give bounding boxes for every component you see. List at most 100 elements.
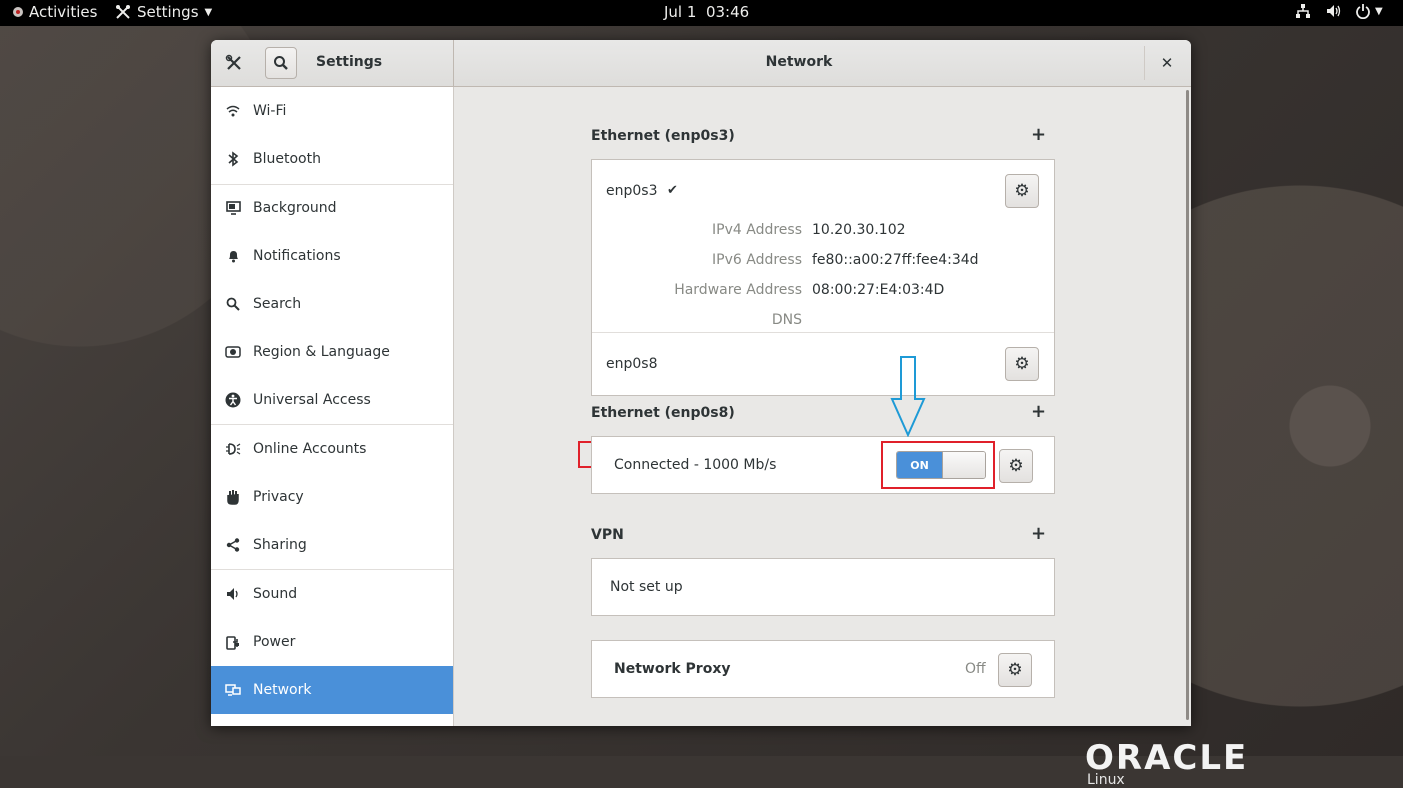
sidebar-item-label: Privacy xyxy=(253,489,304,505)
activities-icon xyxy=(13,7,23,17)
sidebar-item-label: Notifications xyxy=(253,248,341,264)
connected-check-icon: ✔ xyxy=(667,183,678,198)
sidebar-item-label: Search xyxy=(253,296,302,312)
header-bar: Settings Network ✕ xyxy=(211,40,1191,87)
network-panel: Ethernet (enp0s3) + enp0s3 ✔ ⚙ IPv4 Addr… xyxy=(454,87,1191,726)
tools-icon xyxy=(225,54,241,70)
activities-label: Activities xyxy=(29,3,98,21)
enp0s8-settings-button[interactable]: ⚙ xyxy=(1005,347,1039,381)
sidebar-item-wifi[interactable]: Wi-Fi xyxy=(211,87,453,135)
volume-icon xyxy=(1327,5,1341,17)
connection-status: Connected - 1000 Mb/s xyxy=(614,457,777,473)
sidebar-item-sound[interactable]: Sound xyxy=(211,570,453,618)
sidebar-item-search[interactable]: Search xyxy=(211,280,453,328)
app-menu[interactable]: Settings ▼ xyxy=(115,3,212,21)
sidebar-item-sharing[interactable]: Sharing xyxy=(211,521,453,569)
network-proxy-label: Network Proxy xyxy=(614,661,731,677)
section-title-ethernet-enp0s8: Ethernet (enp0s8) xyxy=(591,405,735,421)
system-tray[interactable]: ▼ xyxy=(1295,3,1383,19)
oracle-logo-sub: Linux xyxy=(1087,772,1125,788)
device-name-enp0s3: enp0s3 xyxy=(606,183,658,199)
online-accounts-icon xyxy=(225,441,241,457)
enp0s8-connection-settings-button[interactable]: ⚙ xyxy=(999,449,1033,483)
sidebar-item-label: Online Accounts xyxy=(253,441,367,457)
sidebar-item-bluetooth[interactable]: Bluetooth xyxy=(211,135,453,183)
sidebar-item-network[interactable]: Network xyxy=(211,666,453,714)
clock[interactable]: Jul 1 03:46 xyxy=(664,3,749,21)
bluetooth-icon xyxy=(225,151,241,167)
gear-icon: ⚙ xyxy=(1007,660,1023,680)
top-bar: Activities Settings ▼ Jul 1 03:46 ▼ xyxy=(0,0,1403,26)
sidebar-item-background[interactable]: Background xyxy=(211,184,453,232)
enp0s3-settings-button[interactable]: ⚙ xyxy=(1005,174,1039,208)
search-icon xyxy=(274,56,288,70)
chevron-down-icon: ▼ xyxy=(204,6,213,18)
sidebar-item-label: Network xyxy=(253,682,312,698)
tools-button[interactable] xyxy=(220,52,248,74)
down-arrow-annotation-icon xyxy=(890,356,926,437)
plus-icon: + xyxy=(1031,124,1047,145)
clock-label: Jul 1 03:46 xyxy=(664,3,750,21)
settings-window: Settings Network ✕ Wi-Fi Bluetooth Backg… xyxy=(211,40,1191,726)
dns-label: DNS xyxy=(771,312,802,328)
close-icon: ✕ xyxy=(1160,54,1174,72)
sidebar-item-online-accounts[interactable]: Online Accounts xyxy=(211,425,453,473)
add-vpn-button[interactable]: + xyxy=(1031,523,1046,544)
ipv6-label: IPv6 Address xyxy=(712,252,802,268)
sidebar-item-label: Region & Language xyxy=(253,344,390,360)
close-button[interactable]: ✕ xyxy=(1155,52,1179,74)
network-proxy-status: Off xyxy=(965,661,986,677)
sidebar-item-region-language[interactable]: Region & Language xyxy=(211,328,453,376)
sidebar-item-notifications[interactable]: Notifications xyxy=(211,232,453,280)
plus-icon: + xyxy=(1031,523,1047,544)
page-title: Network xyxy=(765,54,833,70)
ipv4-value: 10.20.30.102 xyxy=(812,222,906,238)
sidebar-item-privacy[interactable]: Privacy xyxy=(211,473,453,521)
search-button[interactable] xyxy=(265,47,297,79)
section-title-ethernet-enp0s3: Ethernet (enp0s3) xyxy=(591,128,735,144)
device-name-enp0s8: enp0s8 xyxy=(606,356,658,372)
accessibility-icon xyxy=(225,392,241,408)
ethernet-enp0s3-frame: enp0s3 ✔ ⚙ IPv4 Address 10.20.30.102 IPv… xyxy=(591,159,1055,396)
sidebar-item-power[interactable]: Power xyxy=(211,618,453,666)
ipv4-label: IPv4 Address xyxy=(712,222,802,238)
chevron-down-icon: ▼ xyxy=(1375,5,1383,17)
gear-icon: ⚙ xyxy=(1014,181,1030,201)
gear-icon: ⚙ xyxy=(1008,456,1024,476)
share-icon xyxy=(225,537,241,553)
gear-icon: ⚙ xyxy=(1014,354,1030,374)
add-ethernet-enp0s3-button[interactable]: + xyxy=(1031,124,1046,145)
network-proxy-settings-button[interactable]: ⚙ xyxy=(998,653,1032,687)
sidebar-item-label: Background xyxy=(253,200,337,216)
power-plug-icon xyxy=(225,634,241,650)
sidebar: Wi-Fi Bluetooth Background Notifications xyxy=(211,87,454,726)
background-icon xyxy=(225,200,241,216)
sidebar-item-label: Wi-Fi xyxy=(253,103,287,119)
sidebar-item-label: Bluetooth xyxy=(253,151,321,167)
wired-network-icon xyxy=(1296,4,1310,18)
scrollbar[interactable] xyxy=(1186,90,1189,720)
app-menu-label: Settings xyxy=(137,3,199,21)
wifi-icon xyxy=(225,103,241,119)
region-icon xyxy=(225,344,241,360)
hand-icon xyxy=(225,489,241,505)
vpn-status: Not set up xyxy=(610,579,683,595)
add-ethernet-enp0s8-button[interactable]: + xyxy=(1031,401,1046,422)
plus-icon: + xyxy=(1031,401,1047,422)
hardware-address-value: 08:00:27:E4:03:4D xyxy=(812,282,945,298)
network-proxy-frame[interactable]: Network Proxy Off ⚙ xyxy=(591,640,1055,698)
row-divider xyxy=(592,332,1054,333)
activities-button[interactable]: Activities xyxy=(13,3,97,21)
sidebar-item-label: Universal Access xyxy=(253,392,371,408)
sidebar-item-universal-access[interactable]: Universal Access xyxy=(211,376,453,424)
settings-tools-icon xyxy=(116,5,130,19)
network-icon xyxy=(225,682,241,698)
ipv6-value: fe80::a00:27ff:fee4:34d xyxy=(812,252,979,268)
header-divider xyxy=(1144,46,1145,80)
sidebar-item-label: Sound xyxy=(253,586,298,602)
bell-icon xyxy=(225,248,241,264)
vpn-frame: Not set up xyxy=(591,558,1055,616)
speaker-icon xyxy=(225,586,241,602)
highlight-box xyxy=(881,441,995,489)
section-title-vpn: VPN xyxy=(591,527,624,543)
